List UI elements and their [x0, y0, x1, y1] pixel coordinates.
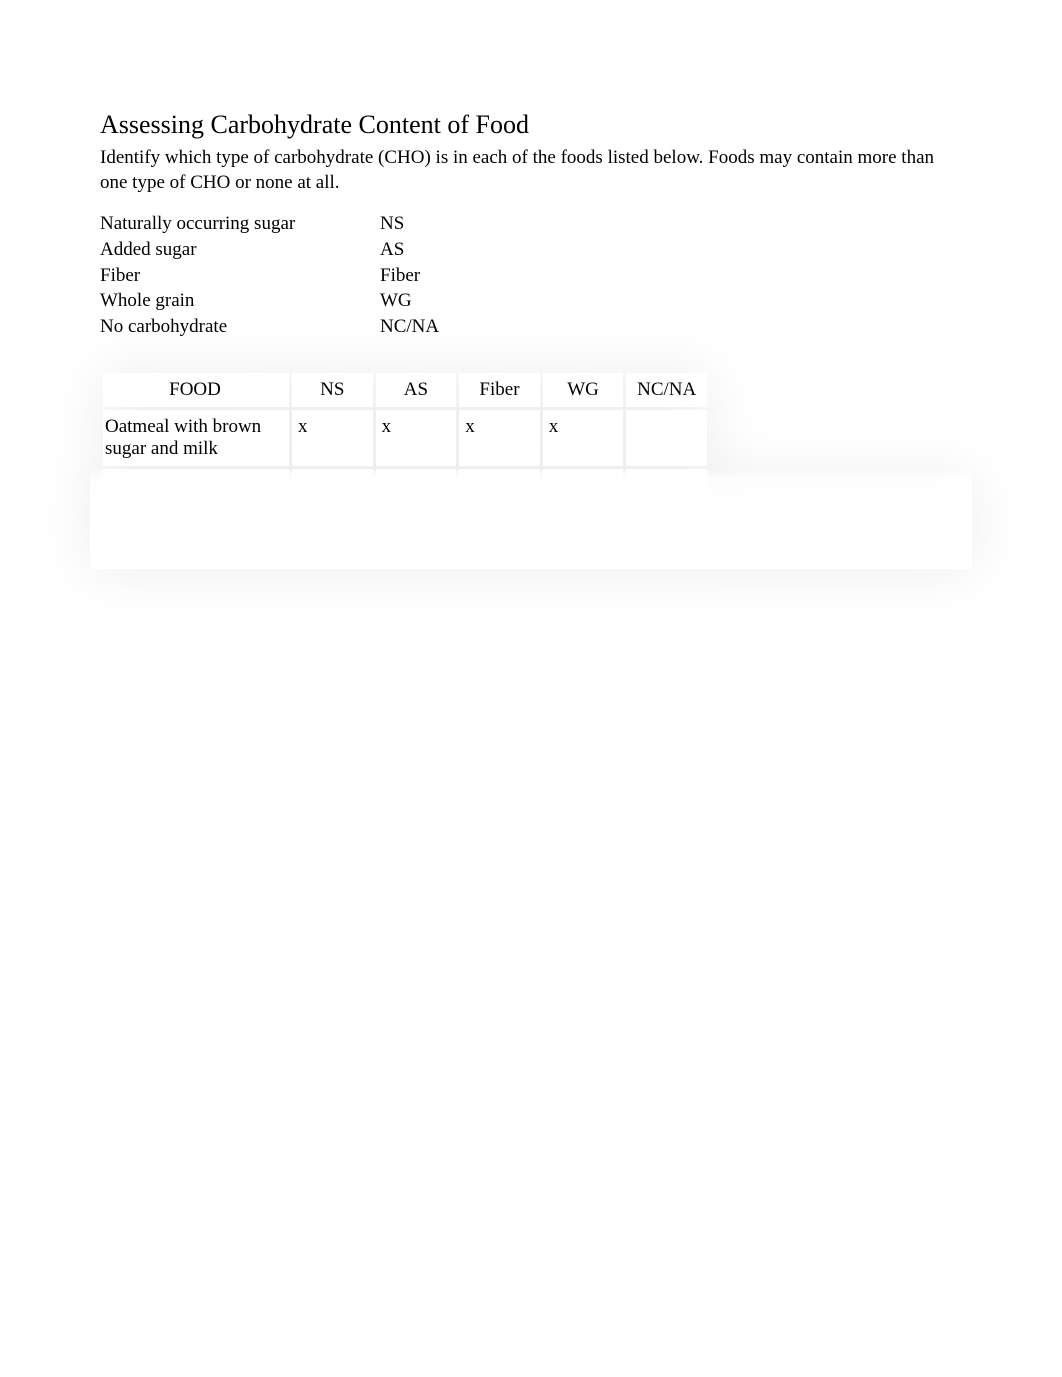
cell-as	[376, 529, 457, 541]
legend-abbr: NC/NA	[380, 314, 439, 340]
cell-ncna	[626, 469, 707, 481]
legend-abbr: WG	[380, 288, 439, 314]
cell-food	[103, 499, 289, 511]
legend-label: Whole grain	[100, 288, 380, 314]
table-wrapper: FOOD NS AS Fiber WG NC/NA Oatmeal with b…	[100, 370, 962, 559]
cell-ns	[292, 484, 373, 496]
cell-ncna	[626, 499, 707, 511]
cell-ns	[292, 529, 373, 541]
table-row	[103, 484, 707, 496]
cell-ncna	[626, 529, 707, 541]
cell-as: x	[376, 410, 457, 466]
table-row	[103, 499, 707, 511]
cell-food	[103, 484, 289, 496]
cell-wg: x	[543, 410, 624, 466]
cell-as	[376, 544, 457, 556]
cell-food	[103, 469, 289, 481]
cell-as	[376, 469, 457, 481]
header-as: AS	[376, 373, 457, 407]
cell-fiber	[459, 529, 540, 541]
cell-as	[376, 514, 457, 526]
cell-food	[103, 544, 289, 556]
table-header-row: FOOD NS AS Fiber WG NC/NA	[103, 373, 707, 407]
cell-wg	[543, 544, 624, 556]
cell-as	[376, 499, 457, 511]
header-ns: NS	[292, 373, 373, 407]
cell-fiber	[459, 514, 540, 526]
cell-fiber: x	[459, 410, 540, 466]
cell-wg	[543, 469, 624, 481]
table-row	[103, 469, 707, 481]
legend-label: Fiber	[100, 263, 380, 289]
cell-as	[376, 484, 457, 496]
cell-fiber	[459, 499, 540, 511]
cell-ns	[292, 514, 373, 526]
table-row	[103, 514, 707, 526]
cell-ncna	[626, 410, 707, 466]
instructions-text: Identify which type of carbohydrate (CHO…	[100, 146, 960, 195]
cell-fiber	[459, 484, 540, 496]
header-food: FOOD	[103, 373, 289, 407]
carbohydrate-table: FOOD NS AS Fiber WG NC/NA Oatmeal with b…	[100, 370, 710, 559]
header-wg: WG	[543, 373, 624, 407]
cell-ns	[292, 499, 373, 511]
table-row: Oatmeal with brown sugar and milk x x x …	[103, 410, 707, 466]
header-fiber: Fiber	[459, 373, 540, 407]
cell-food	[103, 514, 289, 526]
page-title: Assessing Carbohydrate Content of Food	[100, 110, 962, 140]
legend-abbr: NS	[380, 211, 439, 237]
cell-fiber	[459, 544, 540, 556]
legend-row: Whole grain WG	[100, 288, 439, 314]
cell-ns	[292, 469, 373, 481]
legend-row: Naturally occurring sugar NS	[100, 211, 439, 237]
cell-wg	[543, 529, 624, 541]
legend-abbr: Fiber	[380, 263, 439, 289]
table-row	[103, 544, 707, 556]
header-ncna: NC/NA	[626, 373, 707, 407]
legend-label: No carbohydrate	[100, 314, 380, 340]
legend-row: Added sugar AS	[100, 237, 439, 263]
legend-row: Fiber Fiber	[100, 263, 439, 289]
cell-wg	[543, 514, 624, 526]
cell-ns: x	[292, 410, 373, 466]
cell-wg	[543, 499, 624, 511]
cell-fiber	[459, 469, 540, 481]
cell-ncna	[626, 484, 707, 496]
legend: Naturally occurring sugar NS Added sugar…	[100, 211, 439, 339]
legend-abbr: AS	[380, 237, 439, 263]
table-row	[103, 529, 707, 541]
legend-label: Naturally occurring sugar	[100, 211, 380, 237]
cell-ncna	[626, 514, 707, 526]
cell-ns	[292, 544, 373, 556]
cell-ncna	[626, 544, 707, 556]
cell-wg	[543, 484, 624, 496]
cell-food	[103, 529, 289, 541]
legend-row: No carbohydrate NC/NA	[100, 314, 439, 340]
legend-label: Added sugar	[100, 237, 380, 263]
cell-food: Oatmeal with brown sugar and milk	[103, 410, 289, 466]
